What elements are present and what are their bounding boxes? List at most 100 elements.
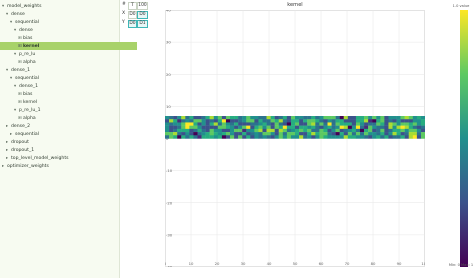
heatmap-cell [364,128,369,133]
heatmap-cell [307,132,312,136]
tree-item-dense-1[interactable]: ▾ dense_1 [0,82,133,90]
heatmap-cell [217,125,223,130]
tree-item-label: sequential [15,132,39,137]
tree-item-model-weights[interactable]: ▾ model_weights [0,2,121,10]
heatmap-cell [201,135,206,139]
heatmap-plot[interactable]: 0102030405060708090100403020100-10-20-30… [165,10,425,267]
heatmap-cell [290,128,296,133]
heatmap-cell [225,125,231,130]
heatmap-cell [420,125,425,130]
heatmap-cell [368,116,373,120]
heatmap-cell [258,122,263,126]
heatmap-cell [347,122,353,126]
tree-item-sequential[interactable]: ▾ sequential [0,18,129,26]
heatmap-cell [205,135,210,139]
heatmap-cell [388,132,393,136]
axis-hash-dim-a[interactable]: T [128,2,137,10]
heatmap-cell [185,125,190,130]
axis-hash-dim-b[interactable]: 100 [137,2,148,10]
tree-item-dropout-1[interactable]: ▸ dropout_1 [0,146,125,154]
tree-item-optimizer-weights[interactable]: ▸ optimizer_weights [0,162,121,170]
tree-item-alpha[interactable]: ⊞alpha [0,114,137,122]
heatmap-cell [246,128,251,133]
tree-item-top-level-model-weights[interactable]: ▸ top_level_model_weights [0,154,125,162]
y-axis-dim-b[interactable]: D1 [137,20,148,28]
tree-item-kernel[interactable]: ⊞kernel [0,42,137,50]
heatmap-cell [295,125,300,130]
tree-item-label: optimizer_weights [7,164,49,169]
heatmap-cell [396,125,401,130]
heatmap-cell [165,119,170,123]
heatmap-cell [299,132,304,136]
tree-item-kernel[interactable]: ⊞kernel [0,98,137,106]
tree-item-p-re-lu[interactable]: ▾ p_re_lu [0,50,133,58]
heatmap-cell [286,119,292,123]
heatmap-cell [351,116,357,120]
heatmap-cell [234,128,239,133]
heatmap-cell [404,122,409,126]
heatmap-cell [400,135,405,139]
heatmap-cell [250,135,255,139]
heatmap-cell [416,119,422,123]
tree-item-dense[interactable]: ▾ dense [0,10,125,18]
tree-item-dense[interactable]: ▾ dense [0,26,133,34]
tree-item-dense-2[interactable]: ▸ dense_2 [0,122,125,130]
tree-item-sequential[interactable]: ▾ sequential [0,74,129,82]
heatmap-cell [380,128,385,133]
heatmap-cell [355,122,361,126]
heatmap-cell [335,128,340,133]
heatmap-cell [221,132,227,136]
heatmap-cell [299,116,304,120]
heatmap-cell [225,116,231,120]
heatmap-cell [282,122,288,126]
heatmap-cell [274,122,279,126]
tree-item-dropout[interactable]: ▸ dropout [0,138,125,146]
tree-item-dense-1[interactable]: ▾ dense_1 [0,66,125,74]
heatmap-cell [319,128,324,133]
y-axis-dim-a[interactable]: D0 [128,20,137,28]
heatmap-cell [165,132,170,136]
heatmap-cell [286,125,292,130]
heatmap-cell [343,122,349,126]
heatmap-cell [400,125,405,130]
tree-item-bias[interactable]: ⊞bias [0,90,137,98]
heatmap-cell [339,122,344,126]
heatmap-cell [189,125,194,130]
tree-item-label: dense [19,28,33,33]
heatmap-cell [372,128,377,133]
heatmap-cell [355,119,361,123]
heatmap-cell [262,128,267,133]
tree-item-p-re-lu-1[interactable]: ▾ p_re_lu_1 [0,106,133,114]
heatmap-cell [189,116,194,120]
heatmap-cell [185,135,190,139]
heatmap-cell [368,119,373,123]
heatmap-cell [408,135,414,139]
heatmap-cell [282,132,288,136]
heatmap-cell [242,135,247,139]
heatmap-cell [185,116,190,120]
heatmap-cell [230,122,235,126]
tree-item-bias[interactable]: ⊞bias [0,34,137,42]
heatmap-cell [420,135,425,139]
heatmap-cell [388,128,393,133]
x-tick-label: 80 [371,261,376,266]
heatmap-cell [205,122,210,126]
x-axis-dim-b[interactable]: D0 [137,11,148,19]
tree-item-alpha[interactable]: ⊞alpha [0,58,137,66]
heatmap-cell [295,135,300,139]
heatmap-cell [173,132,178,136]
heatmap-cell [193,116,198,120]
heatmap-cell [408,125,414,130]
tree-item-label: sequential [15,20,39,25]
heatmap-cell [205,119,210,123]
axis-label-x: X [122,11,126,16]
heatmap-cell [221,125,227,130]
x-axis-dim-a[interactable]: D0 [128,11,137,19]
heatmap-cell [311,122,316,126]
heatmap-cell [262,135,267,139]
tree-item-label: dropout [11,140,29,145]
heatmap-cell [234,116,239,120]
heatmap-cell [400,122,405,126]
heatmap-cell [384,116,389,120]
tree-item-sequential[interactable]: ▸ sequential [0,130,129,138]
